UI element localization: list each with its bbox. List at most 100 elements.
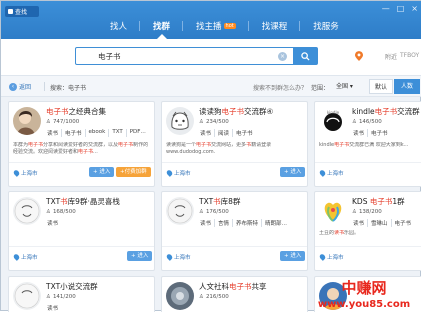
group-title[interactable]: TXT书库8群 (199, 196, 240, 207)
city-text: 上海市 (21, 255, 38, 261)
members-icon: ♙ (199, 294, 204, 300)
minimize-button[interactable]: — (382, 4, 390, 13)
group-avatar (166, 197, 194, 225)
group-card[interactable]: 电子书之经典合集 ♙ 747/1000 读书 电子书 ebook TXT PDF…… (8, 101, 155, 187)
group-avatar: kindle (319, 107, 347, 135)
group-card[interactable]: kindle kindle电子书交流群 ♙ 146/500 读书 电子书 kind… (314, 101, 421, 187)
member-count-text: 146/500 (358, 119, 382, 125)
sort-default-button[interactable]: 默认 (369, 79, 393, 94)
location-icon (165, 169, 174, 177)
desc-highlight: 电子书 (196, 142, 212, 148)
join-button[interactable]: + 进入 (280, 251, 306, 261)
tag: 阅读 (217, 129, 234, 137)
member-count: ♙ 141/200 (46, 294, 76, 300)
app-logo-icon (8, 9, 13, 14)
maximize-button[interactable]: □ (397, 4, 405, 13)
title-highlight: 书 (60, 197, 68, 206)
sort-members-button[interactable]: 人数 (394, 79, 420, 94)
members-icon: ♙ (46, 119, 51, 125)
divider (162, 162, 307, 163)
group-city: 上海市 (12, 169, 38, 177)
group-card[interactable]: 人文社科电子书共享 ♙ 216/500 (161, 276, 308, 312)
title-highlight: 电子书 (46, 107, 69, 116)
tab-find-people[interactable]: 找人 (97, 12, 141, 39)
group-title[interactable]: TXT书库9群·晶灵喜栈 (46, 196, 120, 207)
title-highlight: 电子书 (374, 107, 398, 116)
title-text: TXT (199, 197, 214, 206)
title-highlight: 电子书 (229, 282, 252, 291)
member-count: ♙ 138/200 (352, 209, 382, 215)
group-title[interactable]: TXT小说交流群 (46, 281, 98, 292)
back-label: 返回 (19, 84, 32, 91)
location-pin-icon (355, 51, 363, 61)
divider (315, 246, 421, 247)
title-text: KDS (352, 197, 370, 206)
title-highlight: 电子书 (221, 107, 245, 116)
back-arrow-icon: ‹ (9, 82, 17, 91)
join-button[interactable]: + 进入 (280, 167, 306, 177)
desc-text: ... (93, 149, 98, 155)
watermark-url: www.you85.com (318, 299, 410, 310)
tab-find-streamers[interactable]: 找主播 hot (183, 12, 249, 39)
group-title[interactable]: 读读狗电子书交流群④ (199, 106, 273, 117)
member-count-text: 141/200 (52, 294, 76, 300)
help-link[interactable]: 搜索不到群怎么办？ (253, 83, 307, 92)
tab-find-groups[interactable]: 找群 (140, 12, 184, 39)
location-selector[interactable] (355, 51, 363, 61)
title-text: kindle (352, 107, 375, 116)
group-card[interactable]: TXT书库8群 ♙ 176/500 读书 言情 养布斯特 晴朗部… 上海市 + 进… (161, 191, 308, 271)
members-icon: ♙ (46, 209, 51, 215)
tag: 读书 (199, 219, 216, 227)
tab-find-courses[interactable]: 找课程 (249, 12, 301, 39)
clear-icon[interactable]: × (278, 52, 287, 61)
desc-text: 本群为 (13, 142, 29, 148)
tag: 读书 (352, 219, 369, 227)
member-count-text: 138/200 (358, 209, 382, 215)
hot-badge: hot (223, 22, 236, 29)
window-controls: — □ × (382, 4, 418, 13)
group-avatar (13, 282, 41, 310)
group-card[interactable]: TXT书库9群·晶灵喜栈 ♙ 168/500 读书 上海市 + 进入 (8, 191, 155, 271)
title-text: TXT小说交流群 (46, 282, 98, 291)
group-title[interactable]: 人文社科电子书共享 (199, 281, 267, 292)
tab-label: 找服务 (313, 21, 339, 32)
search-input[interactable] (76, 48, 276, 64)
desc-text: 土豆的 (319, 230, 335, 236)
search-window: 查找 — □ × 找人 找群 找主播hot 找课程 找服务 × 附近 TFBOY (0, 0, 421, 312)
city-text: 上海市 (21, 171, 38, 177)
divider (9, 162, 154, 163)
top-nav-bar: 查找 — □ × 找人 找群 找主播 hot 找课程 找服务 (1, 1, 421, 39)
join-button[interactable]: + 进入 (89, 167, 115, 177)
watermark-logo: 中赚网 www.you85.com (318, 279, 410, 310)
title-text: 交流群 (397, 107, 420, 116)
search-button[interactable] (293, 48, 317, 64)
tag: 言情 (217, 219, 234, 227)
desc-highlight: 电子书 (28, 142, 44, 148)
group-city: 上海市 (12, 253, 38, 261)
group-avatar (13, 197, 41, 225)
title-text: 1群 (392, 197, 405, 206)
group-title[interactable]: KDS 电子书1群 (352, 196, 405, 207)
join-button[interactable]: + 进入 (127, 251, 153, 261)
member-count-text: 747/1000 (52, 119, 80, 125)
paid-join-button[interactable]: +付费加群 (116, 167, 151, 177)
location-nearby[interactable]: 附近 (385, 52, 397, 61)
members-icon: ♙ (46, 294, 51, 300)
group-tags: 读书 雪琳山 电子书 (352, 219, 414, 227)
group-card[interactable]: TXT小说交流群 ♙ 141/200 读书 (8, 276, 155, 312)
group-title[interactable]: 电子书之经典合集 (46, 106, 106, 117)
scope-select[interactable]: 全国 ▾ (336, 81, 353, 90)
back-button[interactable]: ‹ 返回 (9, 82, 31, 91)
member-count-text: 168/500 (52, 209, 76, 215)
tag: 电子书 (236, 131, 253, 137)
tab-find-services[interactable]: 找服务 (300, 12, 352, 39)
members-icon: ♙ (352, 119, 357, 125)
group-title[interactable]: kindle电子书交流群 (352, 106, 420, 117)
group-city: 上海市 (318, 253, 344, 261)
scope-value: 全国 (336, 83, 349, 90)
group-card[interactable]: KDS 电子书1群 ♙ 138/200 读书 雪琳山 电子书 土豆的读书乐园。 上… (314, 191, 421, 271)
nav-tabs: 找人 找群 找主播 hot 找课程 找服务 (97, 12, 352, 39)
group-card[interactable]: 读读狗电子书交流群④ ♙ 234/500 读书 阅读 电子书 读读狗是一个电子书交… (161, 101, 308, 187)
close-button[interactable]: × (411, 4, 418, 13)
member-count-text: 216/500 (205, 294, 229, 300)
